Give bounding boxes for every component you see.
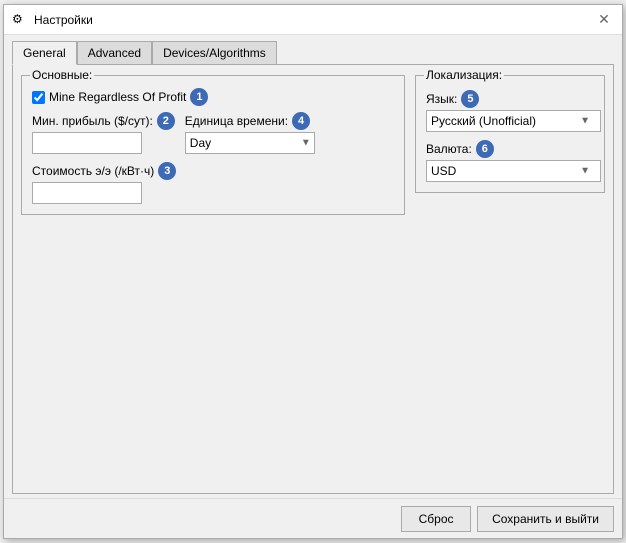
currency-label-row: Валюта: 6 [426, 140, 594, 158]
profit-time-row: Мин. прибыль ($/сут): 2 0.00 Единица вре… [32, 112, 394, 154]
min-profit-input[interactable]: 0.00 [32, 132, 142, 154]
content-area: Основные: Mine Regardless Of Profit 1 Ми… [12, 64, 614, 494]
tab-devices[interactable]: Devices/Algorithms [152, 41, 277, 65]
lang-select-wrapper: Русский (Unofficial) English ▼ [426, 110, 594, 132]
reset-button[interactable]: Сброс [401, 506, 471, 532]
lang-label-row: Язык: 5 [426, 90, 594, 108]
title-bar: ⚙ Настройки ✕ [4, 5, 622, 35]
mine-profit-checkbox[interactable] [32, 91, 45, 104]
footer: Сброс Сохранить и выйти [4, 498, 622, 538]
window-title: Настройки [34, 13, 93, 27]
badge-1: 1 [190, 88, 208, 106]
currency-group: Валюта: 6 USD EUR BTC ▼ [426, 140, 594, 182]
tab-advanced[interactable]: Advanced [77, 41, 152, 65]
left-panel: Основные: Mine Regardless Of Profit 1 Ми… [21, 71, 405, 485]
mine-profit-label: Mine Regardless Of Profit [49, 90, 186, 104]
locale-group-title: Локализация: [424, 68, 504, 82]
main-group-title: Основные: [30, 68, 94, 82]
save-button[interactable]: Сохранить и выйти [477, 506, 614, 532]
time-unit-label-row: Единица времени: 4 [185, 112, 315, 130]
lang-select[interactable]: Русский (Unofficial) English [426, 110, 601, 132]
right-panel: Локализация: Язык: 5 Русский (Unofficial… [415, 71, 605, 485]
badge-2: 2 [157, 112, 175, 130]
mine-profit-row: Mine Regardless Of Profit 1 [32, 88, 394, 106]
min-profit-label-row: Мин. прибыль ($/сут): 2 [32, 112, 175, 130]
time-unit-group: Единица времени: 4 Day Hour Week ▼ [185, 112, 315, 154]
badge-3: 3 [158, 162, 176, 180]
close-button[interactable]: ✕ [594, 10, 614, 30]
badge-5: 5 [461, 90, 479, 108]
time-unit-select-wrapper: Day Hour Week ▼ [185, 132, 315, 154]
settings-window: ⚙ Настройки ✕ General Advanced Devices/A… [3, 4, 623, 539]
app-icon: ⚙ [12, 12, 28, 28]
currency-select[interactable]: USD EUR BTC [426, 160, 601, 182]
main-panels: Основные: Mine Regardless Of Profit 1 Ми… [21, 71, 605, 485]
tab-general[interactable]: General [12, 41, 77, 65]
cost-input[interactable]: 0.0000 [32, 182, 142, 204]
cost-group: Стоимость э/э (/кВт·ч) 3 0.0000 [32, 162, 394, 204]
tabs-bar: General Advanced Devices/Algorithms [4, 35, 622, 65]
locale-group-box: Локализация: Язык: 5 Русский (Unofficial… [415, 75, 605, 193]
badge-6: 6 [476, 140, 494, 158]
currency-select-wrapper: USD EUR BTC ▼ [426, 160, 594, 182]
main-group-box: Основные: Mine Regardless Of Profit 1 Ми… [21, 75, 405, 215]
time-unit-select[interactable]: Day Hour Week [185, 132, 315, 154]
badge-4: 4 [292, 112, 310, 130]
min-profit-group: Мин. прибыль ($/сут): 2 0.00 [32, 112, 175, 154]
cost-label-row: Стоимость э/э (/кВт·ч) 3 [32, 162, 394, 180]
lang-group: Язык: 5 Русский (Unofficial) English ▼ [426, 90, 594, 132]
title-bar-left: ⚙ Настройки [12, 12, 93, 28]
